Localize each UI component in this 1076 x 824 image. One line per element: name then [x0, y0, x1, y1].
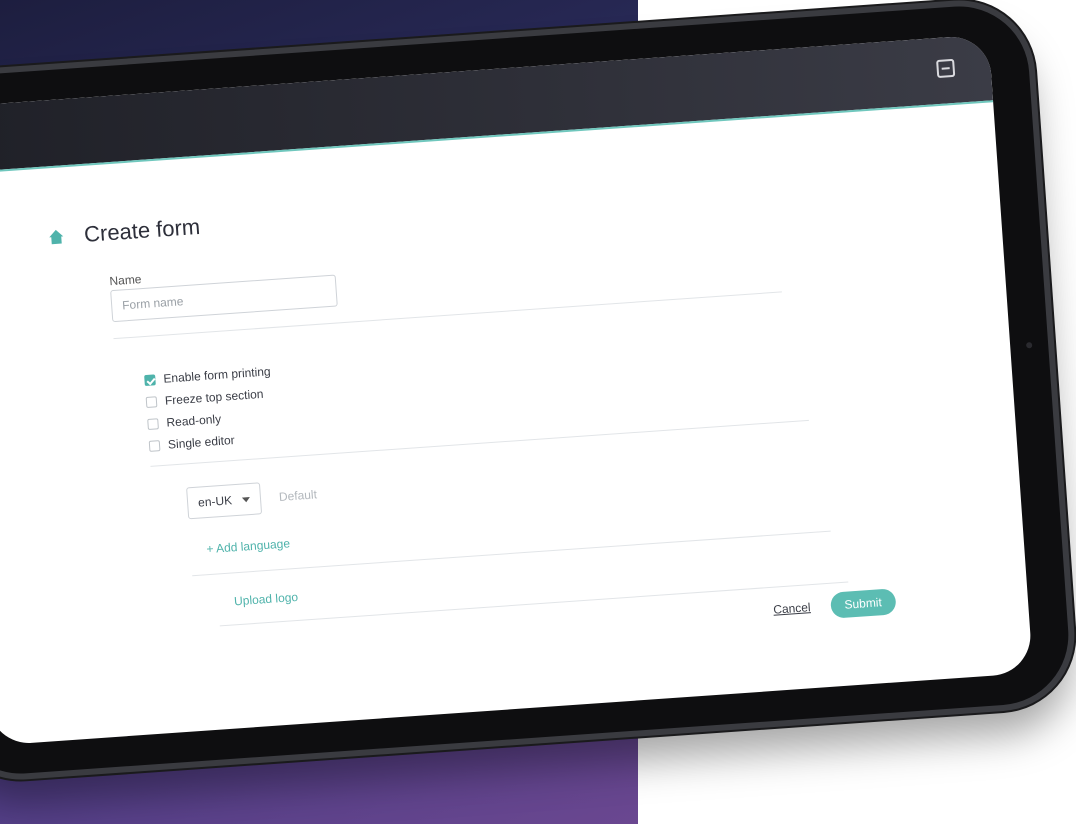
cancel-button[interactable]: Cancel [773, 600, 811, 617]
checkbox[interactable] [145, 395, 158, 408]
name-label: Name [109, 272, 142, 289]
option-label: Single editor [167, 432, 236, 452]
checkbox-checked[interactable] [144, 373, 156, 386]
form-options: Enable form printing Freeze top section … [144, 361, 276, 458]
form-actions: Cancel Submit [772, 588, 897, 622]
option-label: Read-only [166, 411, 222, 430]
language-selected-value: en-UK [197, 493, 233, 510]
add-language-link[interactable]: + Add language [206, 536, 291, 556]
chevron-down-icon [241, 496, 251, 503]
checkbox[interactable] [148, 439, 161, 452]
language-row: en-UK Default [186, 478, 318, 520]
title-row: Create form [47, 214, 201, 251]
tablet-device: Create form Name Enable form printing Fr… [0, 1, 1074, 779]
exit-icon[interactable] [936, 58, 956, 79]
option-label: Enable form printing [162, 364, 272, 386]
submit-button[interactable]: Submit [829, 588, 897, 619]
upload-logo-link[interactable]: Upload logo [234, 590, 299, 608]
option-label: Freeze top section [164, 386, 264, 408]
language-select[interactable]: en-UK [186, 482, 263, 520]
form-name-input[interactable] [110, 274, 338, 323]
home-icon[interactable] [48, 228, 65, 245]
page-title: Create form [83, 213, 201, 247]
checkbox[interactable] [147, 417, 159, 430]
create-form-page: Create form Name Enable form printing Fr… [0, 100, 1033, 745]
divider [219, 581, 849, 627]
default-label: Default [278, 487, 318, 504]
tablet-screen: Create form Name Enable form printing Fr… [0, 34, 1034, 746]
